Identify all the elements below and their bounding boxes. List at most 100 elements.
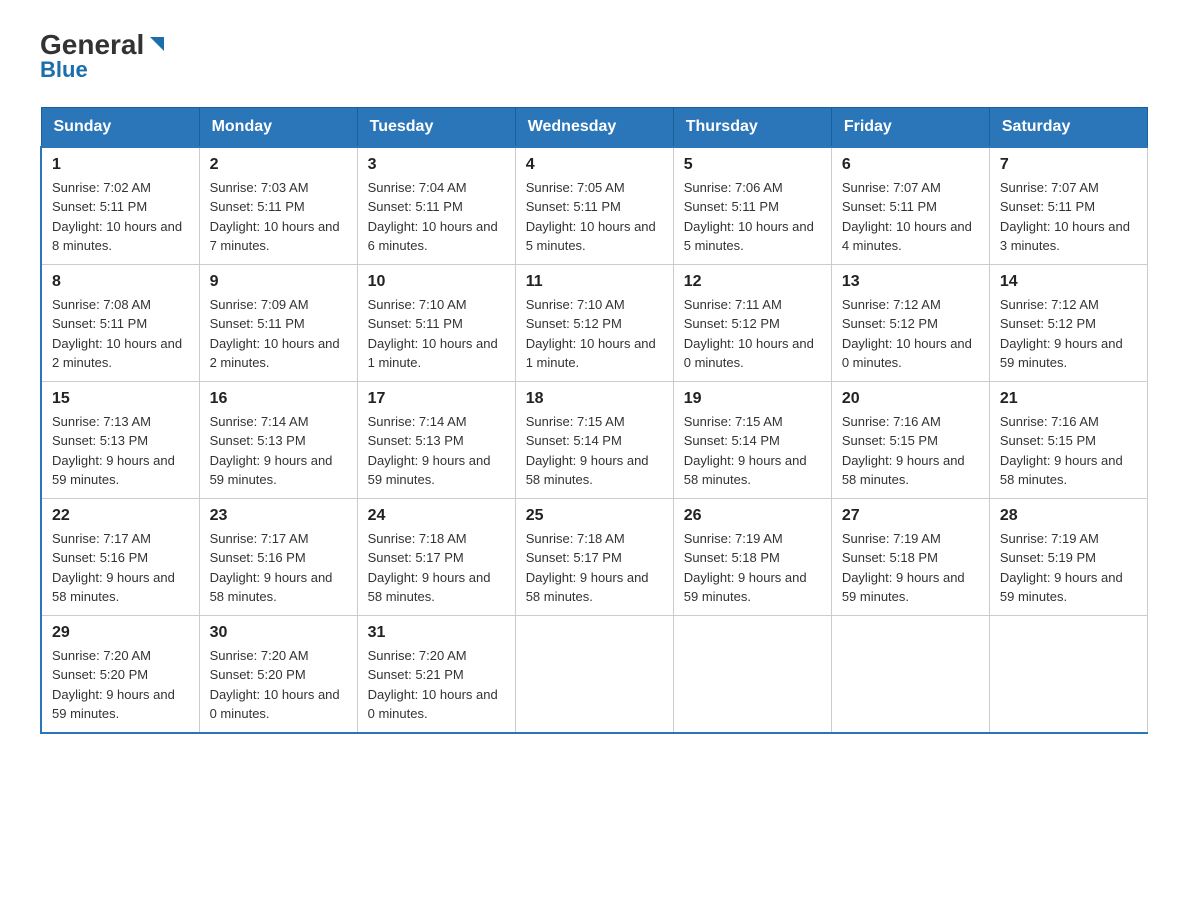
calendar-table: SundayMondayTuesdayWednesdayThursdayFrid…	[40, 107, 1148, 734]
day-info: Sunrise: 7:14 AMSunset: 5:13 PMDaylight:…	[368, 414, 491, 488]
day-number: 8	[52, 273, 189, 291]
day-number: 15	[52, 390, 189, 408]
calendar-week-row: 8 Sunrise: 7:08 AMSunset: 5:11 PMDayligh…	[41, 264, 1148, 381]
calendar-day-cell: 15 Sunrise: 7:13 AMSunset: 5:13 PMDaylig…	[41, 381, 199, 498]
calendar-day-cell: 17 Sunrise: 7:14 AMSunset: 5:13 PMDaylig…	[357, 381, 515, 498]
day-info: Sunrise: 7:13 AMSunset: 5:13 PMDaylight:…	[52, 414, 175, 488]
day-number: 30	[210, 624, 347, 642]
calendar-header-thursday: Thursday	[673, 107, 831, 147]
day-info: Sunrise: 7:07 AMSunset: 5:11 PMDaylight:…	[842, 180, 972, 254]
day-info: Sunrise: 7:16 AMSunset: 5:15 PMDaylight:…	[1000, 414, 1123, 488]
day-number: 17	[368, 390, 505, 408]
calendar-day-cell: 10 Sunrise: 7:10 AMSunset: 5:11 PMDaylig…	[357, 264, 515, 381]
calendar-day-cell	[515, 615, 673, 733]
calendar-week-row: 29 Sunrise: 7:20 AMSunset: 5:20 PMDaylig…	[41, 615, 1148, 733]
calendar-day-cell: 8 Sunrise: 7:08 AMSunset: 5:11 PMDayligh…	[41, 264, 199, 381]
calendar-day-cell: 3 Sunrise: 7:04 AMSunset: 5:11 PMDayligh…	[357, 147, 515, 265]
calendar-day-cell: 4 Sunrise: 7:05 AMSunset: 5:11 PMDayligh…	[515, 147, 673, 265]
day-number: 12	[684, 273, 821, 291]
day-info: Sunrise: 7:18 AMSunset: 5:17 PMDaylight:…	[368, 531, 491, 605]
calendar-day-cell: 12 Sunrise: 7:11 AMSunset: 5:12 PMDaylig…	[673, 264, 831, 381]
calendar-day-cell: 1 Sunrise: 7:02 AMSunset: 5:11 PMDayligh…	[41, 147, 199, 265]
calendar-day-cell: 22 Sunrise: 7:17 AMSunset: 5:16 PMDaylig…	[41, 498, 199, 615]
day-number: 27	[842, 507, 979, 525]
day-info: Sunrise: 7:20 AMSunset: 5:20 PMDaylight:…	[52, 648, 175, 722]
calendar-day-cell: 25 Sunrise: 7:18 AMSunset: 5:17 PMDaylig…	[515, 498, 673, 615]
day-info: Sunrise: 7:18 AMSunset: 5:17 PMDaylight:…	[526, 531, 649, 605]
day-info: Sunrise: 7:17 AMSunset: 5:16 PMDaylight:…	[52, 531, 175, 605]
day-info: Sunrise: 7:03 AMSunset: 5:11 PMDaylight:…	[210, 180, 340, 254]
calendar-day-cell: 9 Sunrise: 7:09 AMSunset: 5:11 PMDayligh…	[199, 264, 357, 381]
day-number: 22	[52, 507, 189, 525]
calendar-day-cell: 31 Sunrise: 7:20 AMSunset: 5:21 PMDaylig…	[357, 615, 515, 733]
calendar-day-cell: 5 Sunrise: 7:06 AMSunset: 5:11 PMDayligh…	[673, 147, 831, 265]
calendar-week-row: 22 Sunrise: 7:17 AMSunset: 5:16 PMDaylig…	[41, 498, 1148, 615]
day-number: 21	[1000, 390, 1137, 408]
day-number: 19	[684, 390, 821, 408]
day-number: 3	[368, 156, 505, 174]
day-number: 18	[526, 390, 663, 408]
calendar-header-row: SundayMondayTuesdayWednesdayThursdayFrid…	[41, 107, 1148, 147]
day-info: Sunrise: 7:12 AMSunset: 5:12 PMDaylight:…	[842, 297, 972, 371]
logo-triangle-icon	[146, 33, 168, 55]
calendar-day-cell: 6 Sunrise: 7:07 AMSunset: 5:11 PMDayligh…	[831, 147, 989, 265]
day-info: Sunrise: 7:11 AMSunset: 5:12 PMDaylight:…	[684, 297, 814, 371]
calendar-header-friday: Friday	[831, 107, 989, 147]
day-info: Sunrise: 7:04 AMSunset: 5:11 PMDaylight:…	[368, 180, 498, 254]
calendar-day-cell: 30 Sunrise: 7:20 AMSunset: 5:20 PMDaylig…	[199, 615, 357, 733]
calendar-day-cell: 23 Sunrise: 7:17 AMSunset: 5:16 PMDaylig…	[199, 498, 357, 615]
day-number: 25	[526, 507, 663, 525]
calendar-day-cell: 21 Sunrise: 7:16 AMSunset: 5:15 PMDaylig…	[989, 381, 1147, 498]
day-number: 23	[210, 507, 347, 525]
day-number: 29	[52, 624, 189, 642]
day-number: 9	[210, 273, 347, 291]
calendar-day-cell: 7 Sunrise: 7:07 AMSunset: 5:11 PMDayligh…	[989, 147, 1147, 265]
header: General Blue	[40, 30, 1148, 83]
day-info: Sunrise: 7:20 AMSunset: 5:21 PMDaylight:…	[368, 648, 498, 722]
day-number: 10	[368, 273, 505, 291]
day-number: 2	[210, 156, 347, 174]
day-number: 11	[526, 273, 663, 291]
day-number: 14	[1000, 273, 1137, 291]
calendar-day-cell: 11 Sunrise: 7:10 AMSunset: 5:12 PMDaylig…	[515, 264, 673, 381]
day-number: 5	[684, 156, 821, 174]
day-info: Sunrise: 7:14 AMSunset: 5:13 PMDaylight:…	[210, 414, 333, 488]
calendar-day-cell	[831, 615, 989, 733]
day-info: Sunrise: 7:06 AMSunset: 5:11 PMDaylight:…	[684, 180, 814, 254]
calendar-day-cell: 29 Sunrise: 7:20 AMSunset: 5:20 PMDaylig…	[41, 615, 199, 733]
day-number: 26	[684, 507, 821, 525]
calendar-day-cell: 20 Sunrise: 7:16 AMSunset: 5:15 PMDaylig…	[831, 381, 989, 498]
calendar-header-monday: Monday	[199, 107, 357, 147]
calendar-day-cell	[989, 615, 1147, 733]
calendar-day-cell: 18 Sunrise: 7:15 AMSunset: 5:14 PMDaylig…	[515, 381, 673, 498]
day-info: Sunrise: 7:19 AMSunset: 5:18 PMDaylight:…	[684, 531, 807, 605]
day-info: Sunrise: 7:10 AMSunset: 5:12 PMDaylight:…	[526, 297, 656, 371]
day-number: 6	[842, 156, 979, 174]
calendar-day-cell: 14 Sunrise: 7:12 AMSunset: 5:12 PMDaylig…	[989, 264, 1147, 381]
calendar-day-cell: 2 Sunrise: 7:03 AMSunset: 5:11 PMDayligh…	[199, 147, 357, 265]
day-info: Sunrise: 7:17 AMSunset: 5:16 PMDaylight:…	[210, 531, 333, 605]
calendar-header-tuesday: Tuesday	[357, 107, 515, 147]
day-number: 7	[1000, 156, 1137, 174]
day-info: Sunrise: 7:07 AMSunset: 5:11 PMDaylight:…	[1000, 180, 1130, 254]
calendar-day-cell: 13 Sunrise: 7:12 AMSunset: 5:12 PMDaylig…	[831, 264, 989, 381]
day-number: 31	[368, 624, 505, 642]
day-info: Sunrise: 7:15 AMSunset: 5:14 PMDaylight:…	[526, 414, 649, 488]
calendar-header-sunday: Sunday	[41, 107, 199, 147]
calendar-day-cell: 19 Sunrise: 7:15 AMSunset: 5:14 PMDaylig…	[673, 381, 831, 498]
day-number: 24	[368, 507, 505, 525]
calendar-day-cell: 27 Sunrise: 7:19 AMSunset: 5:18 PMDaylig…	[831, 498, 989, 615]
day-number: 13	[842, 273, 979, 291]
logo: General Blue	[40, 30, 168, 83]
calendar-day-cell: 16 Sunrise: 7:14 AMSunset: 5:13 PMDaylig…	[199, 381, 357, 498]
calendar-day-cell	[673, 615, 831, 733]
calendar-header-wednesday: Wednesday	[515, 107, 673, 147]
day-number: 1	[52, 156, 189, 174]
calendar-day-cell: 28 Sunrise: 7:19 AMSunset: 5:19 PMDaylig…	[989, 498, 1147, 615]
day-info: Sunrise: 7:02 AMSunset: 5:11 PMDaylight:…	[52, 180, 182, 254]
day-info: Sunrise: 7:16 AMSunset: 5:15 PMDaylight:…	[842, 414, 965, 488]
day-info: Sunrise: 7:20 AMSunset: 5:20 PMDaylight:…	[210, 648, 340, 722]
day-info: Sunrise: 7:12 AMSunset: 5:12 PMDaylight:…	[1000, 297, 1123, 371]
calendar-day-cell: 24 Sunrise: 7:18 AMSunset: 5:17 PMDaylig…	[357, 498, 515, 615]
day-info: Sunrise: 7:19 AMSunset: 5:19 PMDaylight:…	[1000, 531, 1123, 605]
